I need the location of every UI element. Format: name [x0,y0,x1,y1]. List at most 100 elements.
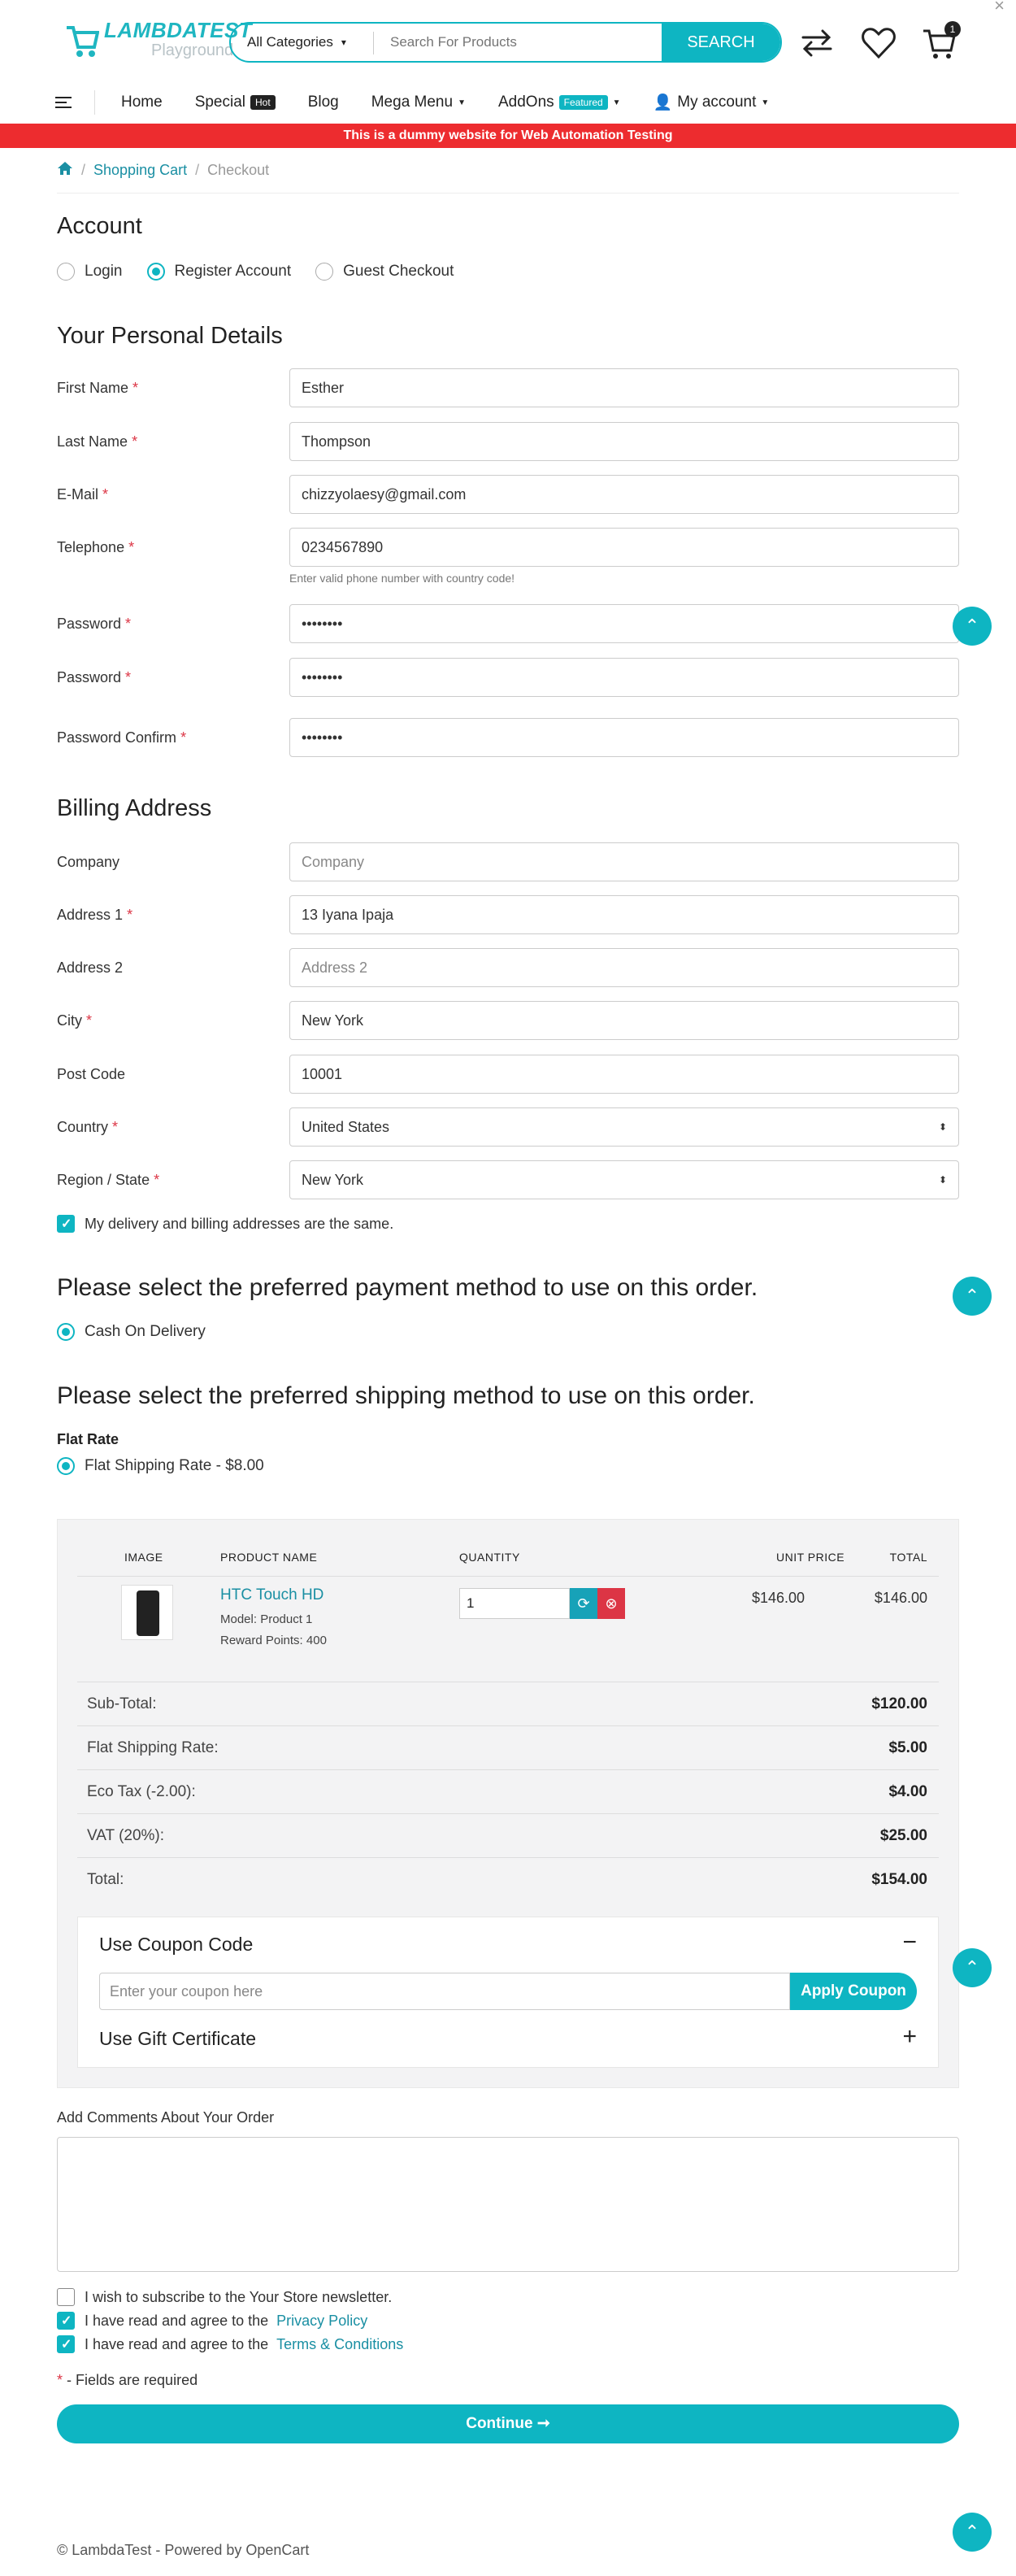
col-quantity: QUANTITY [459,1551,520,1564]
flat-shipping-radio[interactable] [57,1457,75,1475]
breadcrumb: / Shopping Cart / Checkout [57,148,959,194]
apply-coupon-button[interactable]: Apply Coupon [790,1973,917,2010]
caret-down-icon: ▼ [612,98,621,107]
header: LAMBDATEST Playground All Categories ▾ SE… [0,0,1016,81]
city-row: City * New York [57,1001,959,1040]
last-name-input[interactable]: Thompson [289,422,959,461]
first-name-input[interactable]: Esther [289,368,959,407]
nav-item-blog[interactable]: Blog [308,94,339,111]
nav-label: Special [194,94,246,111]
search-bar: All Categories ▾ SEARCH [229,22,782,63]
email-input[interactable]: chizzyolaesy@gmail.com [289,475,959,514]
telephone-help-text: Enter valid phone number with country co… [289,572,515,585]
terms-conditions-link[interactable]: Terms & Conditions [276,2336,403,2353]
newsletter-checkbox[interactable] [57,2288,75,2306]
product-reward-points: Reward Points: 400 [220,1634,327,1647]
required-note: * - Fields are required [57,2372,198,2388]
login-radio[interactable] [57,263,75,281]
collapse-icon[interactable]: − [902,1929,917,1956]
last-name-row: Last Name * Thompson [57,422,959,461]
remove-icon[interactable]: ⊗ [597,1588,625,1619]
demo-banner: This is a dummy website for Web Automati… [0,124,1016,148]
breadcrumb-separator: / [81,162,86,178]
privacy-policy-link[interactable]: Privacy Policy [276,2313,367,2330]
password-input[interactable]: •••••••• [289,604,959,643]
newsletter-option: I wish to subscribe to the Your Store ne… [57,2288,392,2306]
breadcrumb-shopping-cart[interactable]: Shopping Cart [93,162,187,179]
city-label: City * [57,1012,93,1029]
shipping-row: Flat Shipping Rate: $5.00 [77,1726,939,1770]
product-name-link[interactable]: HTC Touch HD [220,1586,323,1604]
password-input-2[interactable]: •••••••• [289,658,959,697]
expand-icon[interactable]: + [902,2023,917,2051]
password-confirm-input[interactable]: •••••••• [289,718,959,757]
logo[interactable]: LAMBDATEST Playground [65,16,252,62]
nav-item-addons[interactable]: AddOns Featured ▼ [498,94,621,111]
comments-textarea[interactable] [57,2137,959,2272]
home-icon[interactable] [57,161,73,180]
product-image[interactable] [121,1585,173,1640]
total-value: $5.00 [888,1739,927,1756]
newsletter-label: I wish to subscribe to the Your Store ne… [85,2288,393,2305]
scroll-up-icon[interactable]: ⌃ [953,1277,992,1316]
unit-price: $146.00 [752,1590,805,1606]
telephone-row: Telephone * 0234567890 [57,528,959,567]
nav-item-home[interactable]: Home [121,94,163,111]
menu-icon[interactable] [55,97,72,108]
nav-label: Mega Menu [371,94,454,111]
scroll-up-icon[interactable]: ⌃ [953,1948,992,1987]
nav-label: AddOns [497,94,554,111]
nav-item-mega-menu[interactable]: Mega Menu ▼ [371,94,466,111]
coupon-input[interactable]: Enter your coupon here [99,1973,790,2010]
country-label: Country * [57,1118,119,1135]
privacy-option: I have read and agree to the Privacy Pol… [57,2312,367,2330]
address1-label: Address 1 * [57,906,133,923]
nav-item-my-account[interactable]: 👤 My account ▼ [653,93,770,112]
search-input[interactable] [374,24,662,61]
region-select[interactable]: New York ⬍ [289,1160,959,1199]
company-input[interactable]: Company [289,842,959,881]
address1-input[interactable]: 13 Iyana Ipaja [289,895,959,934]
breadcrumb-separator: / [195,162,200,178]
nav-item-special[interactable]: Special Hot [195,94,276,111]
category-label: All Categories [247,34,333,50]
featured-tag: Featured [558,95,608,110]
terms-checkbox[interactable] [57,2335,75,2353]
same-address-checkbox[interactable] [57,1215,75,1233]
search-button[interactable]: SEARCH [662,24,780,61]
address2-input[interactable]: Address 2 [289,948,959,987]
city-input[interactable]: New York [289,1001,959,1040]
total-value: $25.00 [879,1827,927,1844]
continue-button[interactable]: Continue ➞ [57,2404,959,2443]
total-value: $154.00 [871,1871,927,1888]
coupon-heading[interactable]: Use Coupon Code [99,1934,253,1956]
scroll-up-icon[interactable]: ⌃ [953,607,992,646]
company-row: Company Company [57,842,959,881]
password-row-2: Password * •••••••• [57,658,959,697]
quantity-input[interactable]: 1 [459,1588,570,1619]
gift-certificate-heading[interactable]: Use Gift Certificate [99,2028,256,2050]
close-icon[interactable]: × [994,0,1005,16]
cart-icon[interactable]: 1 [922,21,961,62]
same-address-label: My delivery and billing addresses are th… [85,1215,394,1232]
refresh-icon[interactable]: ⟳ [570,1588,597,1619]
address2-row: Address 2 Address 2 [57,948,959,987]
scroll-up-icon[interactable]: ⌃ [953,2513,992,2552]
first-name-label: First Name * [57,379,139,396]
privacy-checkbox[interactable] [57,2312,75,2330]
guest-checkout-radio[interactable] [315,263,334,281]
coupon-panel: Use Coupon Code − Enter your coupon here… [77,1917,939,2068]
terms-option: I have read and agree to the Terms & Con… [57,2335,403,2353]
login-label: Login [85,263,123,280]
region-row: Region / State * New York ⬍ [57,1160,959,1199]
personal-details-heading: Your Personal Details [57,323,283,349]
total-value: $120.00 [871,1695,927,1712]
category-select[interactable]: All Categories ▾ [231,24,374,61]
cash-on-delivery-radio[interactable] [57,1323,75,1341]
postcode-input[interactable]: 10001 [289,1055,959,1094]
compare-icon[interactable] [798,24,836,62]
telephone-input[interactable]: 0234567890 [289,528,959,567]
country-select[interactable]: United States ⬍ [289,1107,959,1147]
register-account-radio[interactable] [146,263,165,281]
wishlist-heart-icon[interactable] [860,24,897,62]
